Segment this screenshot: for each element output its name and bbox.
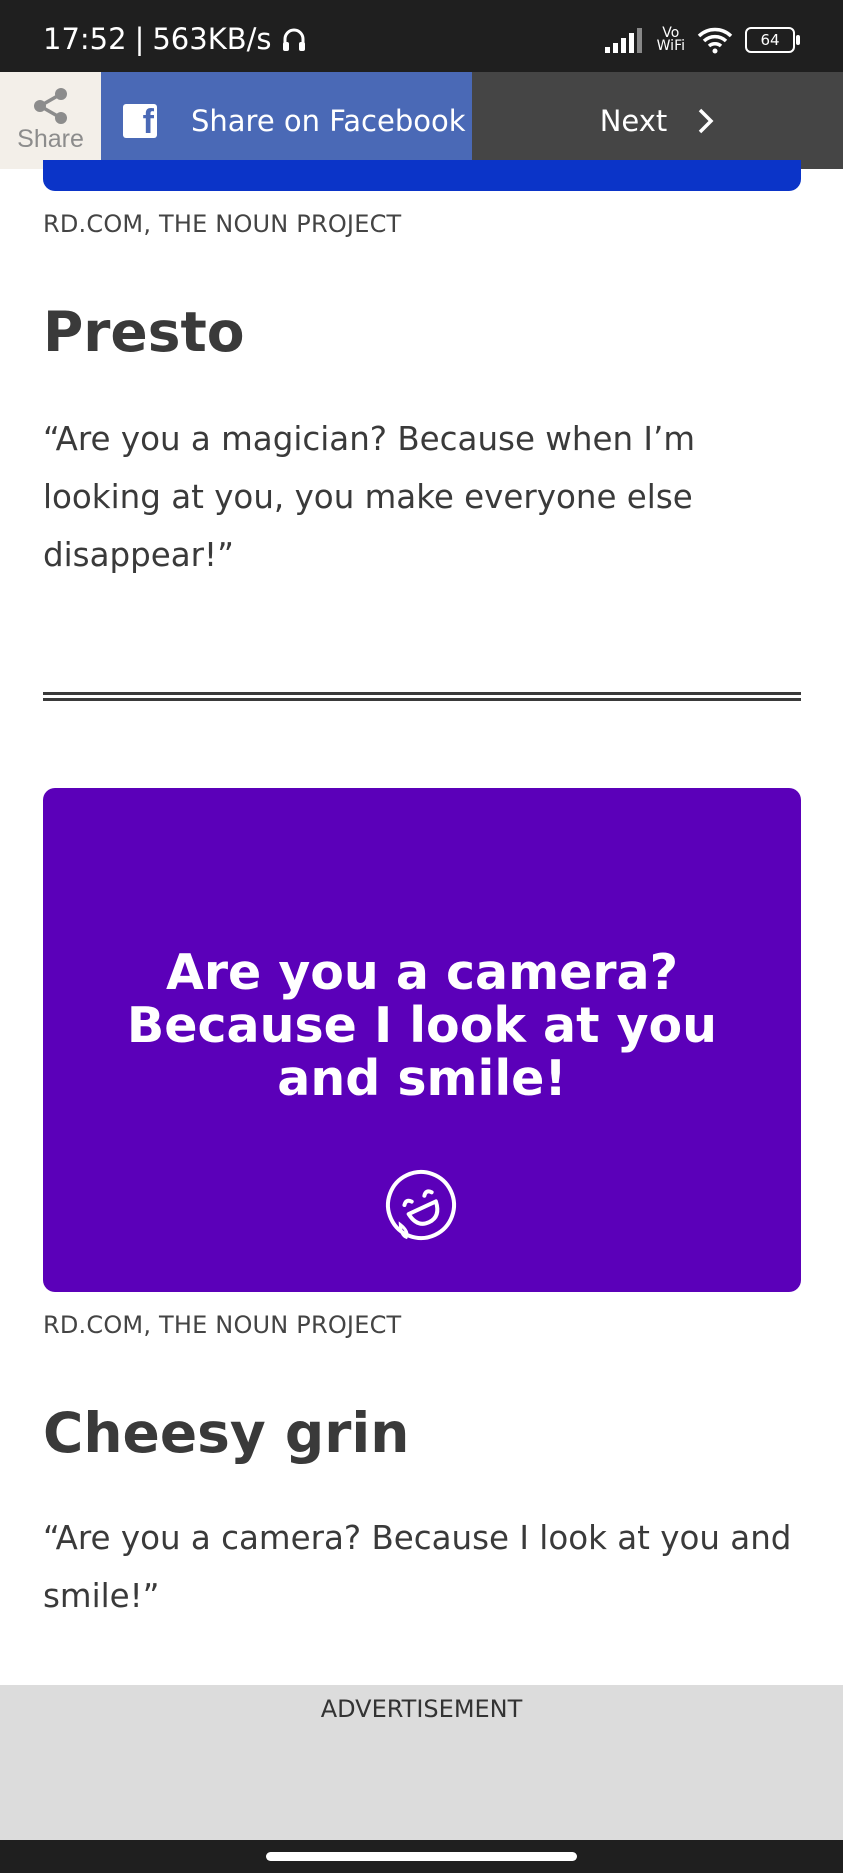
battery-icon: 64	[745, 27, 800, 53]
share-icon	[33, 88, 67, 124]
card-line: Because I look at you	[126, 997, 718, 1054]
section-body: “Are you a magician? Because when I’m lo…	[43, 420, 695, 574]
image-credit: RD.COM, THE NOUN PROJECT	[43, 1311, 402, 1339]
share-bar: Share f Share on Facebook Next	[0, 72, 843, 169]
status-left: 17:52 | 563KB/s	[43, 22, 308, 56]
facebook-icon: f	[123, 103, 157, 138]
previous-card-image	[43, 160, 801, 191]
system-nav-bar	[0, 1840, 843, 1873]
image-credit: RD.COM, THE NOUN PROJECT	[43, 210, 402, 238]
pickup-line-card-image: Are you a camera? Because I look at you …	[43, 788, 801, 1292]
status-time: 17:52	[43, 22, 127, 56]
vowifi-indicator: Vo WiFi	[656, 26, 685, 54]
status-bar: 17:52 | 563KB/s Vo WiFi 64	[0, 0, 843, 72]
share-on-facebook-button[interactable]: f Share on Facebook	[101, 72, 472, 169]
headset-icon	[282, 28, 305, 51]
advertisement-area: ADVERTISEMENT	[0, 1685, 843, 1840]
next-label: Next	[599, 103, 668, 138]
chevron-right-icon	[699, 108, 714, 133]
share-button[interactable]: Share	[0, 72, 101, 169]
status-right: Vo WiFi 64	[604, 26, 800, 54]
laughing-face-icon	[386, 1170, 456, 1240]
card-text: Are you a camera? Because I look at you …	[43, 946, 801, 1105]
section-heading: Presto	[43, 300, 245, 364]
section-divider	[43, 692, 801, 701]
status-net-speed: 563KB/s	[152, 22, 272, 56]
facebook-label: Share on Facebook	[191, 103, 466, 138]
wifi-icon	[697, 27, 733, 54]
card-line: Are you a camera?	[165, 944, 679, 1001]
next-button[interactable]: Next	[472, 72, 843, 169]
home-indicator[interactable]	[266, 1852, 577, 1861]
section-heading: Cheesy grin	[43, 1401, 410, 1465]
section-body: “Are you a camera? Because I look at you…	[43, 1519, 792, 1615]
card-line: and smile!	[277, 1050, 567, 1107]
advertisement-label: ADVERTISEMENT	[320, 1695, 523, 1723]
share-label: Share	[17, 125, 84, 153]
vowifi-bottom: WiFi	[656, 38, 685, 54]
status-separator: |	[134, 22, 145, 56]
signal-icon	[604, 28, 642, 53]
